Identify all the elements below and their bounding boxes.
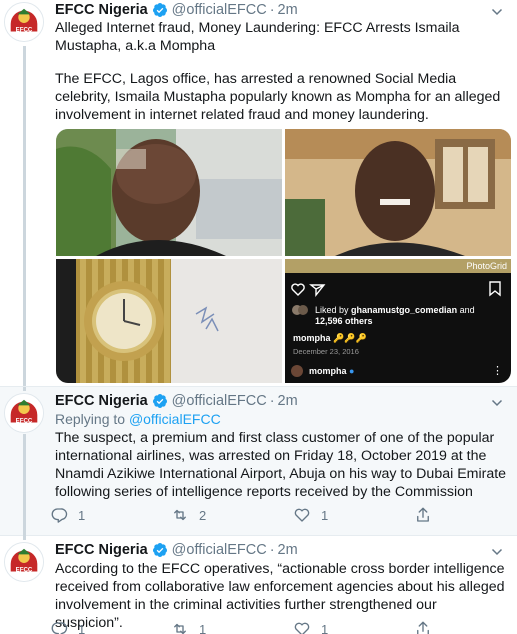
separator-dot: · <box>269 393 275 409</box>
tweet-2[interactable]: EFCC EFCC Nigeria @officialEFCC · 2m Rep… <box>0 386 517 537</box>
ig-liked-user: ghanamustgo_comedian <box>351 305 458 315</box>
ig-username: mompha <box>293 333 331 343</box>
display-name[interactable]: EFCC Nigeria <box>55 2 148 18</box>
like-icon <box>294 622 310 634</box>
tweet-title: Alleged Internet fraud, Money Laundering… <box>55 20 460 54</box>
tweet-1[interactable]: EFCC EFCC Nigeria @officialEFCC · 2m All… <box>0 0 517 391</box>
display-name[interactable]: EFCC Nigeria <box>55 542 148 558</box>
ig-and: and <box>459 305 475 315</box>
tweet-header: EFCC Nigeria @officialEFCC · 2m <box>55 391 298 411</box>
retweet-button[interactable]: 2 <box>171 506 206 524</box>
separator-dot: · <box>269 2 275 18</box>
ig-footer-name: mompha ● <box>309 366 354 376</box>
share-icon <box>417 621 429 634</box>
bookmark-icon <box>489 281 501 297</box>
efcc-logo-icon: EFCC <box>5 394 43 432</box>
photogrid-watermark: PhotoGrid <box>466 261 507 271</box>
ig-caption: mompha 🔑🔑🔑 <box>293 333 367 344</box>
media-grid[interactable]: PhotoGrid Liked by ghanamustgo_comedian … <box>56 129 511 383</box>
handle[interactable]: @officialEFCC <box>172 393 267 409</box>
heart-outline-icon <box>291 283 305 296</box>
reply-icon <box>51 622 68 634</box>
retweet-count: 2 <box>199 507 207 523</box>
retweet-button[interactable]: 1 <box>171 620 206 634</box>
like-icon <box>294 508 310 522</box>
efcc-logo-icon: EFCC <box>5 543 43 581</box>
reply-count: 1 <box>78 507 86 523</box>
reply-button[interactable]: 1 <box>50 506 85 524</box>
send-icon <box>309 284 326 297</box>
timestamp[interactable]: 2m <box>278 2 298 18</box>
avatar[interactable]: EFCC <box>4 542 44 582</box>
ig-emojis: 🔑🔑🔑 <box>333 333 367 343</box>
chevron-down-icon[interactable] <box>491 6 503 18</box>
thread-line <box>23 434 26 537</box>
tweet-actions: 1 2 1 <box>50 506 450 526</box>
handle[interactable]: @officialEFCC <box>172 2 267 18</box>
tweet-text: The EFCC, Lagos office, has arrested a r… <box>55 71 501 123</box>
like-button[interactable]: 1 <box>293 620 328 634</box>
instagram-screenshot[interactable]: PhotoGrid Liked by ghanamustgo_comedian … <box>285 259 511 383</box>
display-name[interactable]: EFCC Nigeria <box>55 393 148 409</box>
verified-badge-icon <box>152 543 167 557</box>
svg-text:EFCC: EFCC <box>16 418 33 425</box>
separator-dot: · <box>269 542 275 558</box>
replying-to: Replying to @officialEFCC <box>55 411 221 427</box>
share-button[interactable] <box>414 506 442 524</box>
retweet-icon <box>174 509 186 521</box>
ig-others: 12,596 others <box>315 316 373 326</box>
ig-liked-line: Liked by ghanamustgo_comedian and 12,596… <box>315 305 505 327</box>
handle[interactable]: @officialEFCC <box>172 542 267 558</box>
tweet-header: EFCC Nigeria @officialEFCC · 2m <box>55 540 298 560</box>
chevron-down-icon[interactable] <box>491 546 503 558</box>
photo-man-smiling[interactable] <box>285 129 511 256</box>
tweet-header: EFCC Nigeria @officialEFCC · 2m <box>55 0 298 20</box>
ig-verified-icon: ● <box>349 366 355 376</box>
reply-count: 1 <box>78 621 86 634</box>
share-icon <box>417 507 429 522</box>
verified-badge-icon <box>152 3 167 17</box>
avatar[interactable]: EFCC <box>4 393 44 433</box>
avatar[interactable]: EFCC <box>4 2 44 42</box>
retweet-icon <box>174 623 186 634</box>
svg-text:EFCC: EFCC <box>16 27 33 34</box>
efcc-logo-icon: EFCC <box>5 3 43 41</box>
timestamp[interactable]: 2m <box>278 542 298 558</box>
tweet-text: The suspect, a premium and first class c… <box>55 430 507 500</box>
share-button[interactable] <box>414 620 442 634</box>
verified-badge-icon <box>152 394 167 408</box>
timestamp[interactable]: 2m <box>278 393 298 409</box>
like-count: 1 <box>321 621 329 634</box>
ig-liked-by: Liked by <box>315 305 349 315</box>
ig-more-icon: ⋮ <box>492 365 503 377</box>
thread-line <box>23 387 26 391</box>
photo-gold-watch[interactable] <box>56 259 282 383</box>
tweet-3[interactable]: EFCC EFCC Nigeria @officialEFCC · 2m Acc… <box>0 536 517 634</box>
replying-handle-link[interactable]: @officialEFCC <box>129 411 221 427</box>
reply-button[interactable]: 1 <box>50 620 85 634</box>
like-button[interactable]: 1 <box>293 506 328 524</box>
replying-label: Replying to <box>55 411 126 427</box>
tweet-actions: 1 1 1 <box>50 620 450 634</box>
ig-date: December 23, 2016 <box>293 347 359 356</box>
chevron-down-icon[interactable] <box>491 397 503 409</box>
photo-man-outdoor[interactable] <box>56 129 282 256</box>
svg-text:EFCC: EFCC <box>16 567 33 574</box>
thread-line <box>23 46 26 391</box>
thread-line <box>23 536 26 540</box>
like-count: 1 <box>321 507 329 523</box>
ig-footer-username: mompha <box>309 366 347 376</box>
retweet-count: 1 <box>199 621 207 634</box>
reply-icon <box>51 508 68 523</box>
